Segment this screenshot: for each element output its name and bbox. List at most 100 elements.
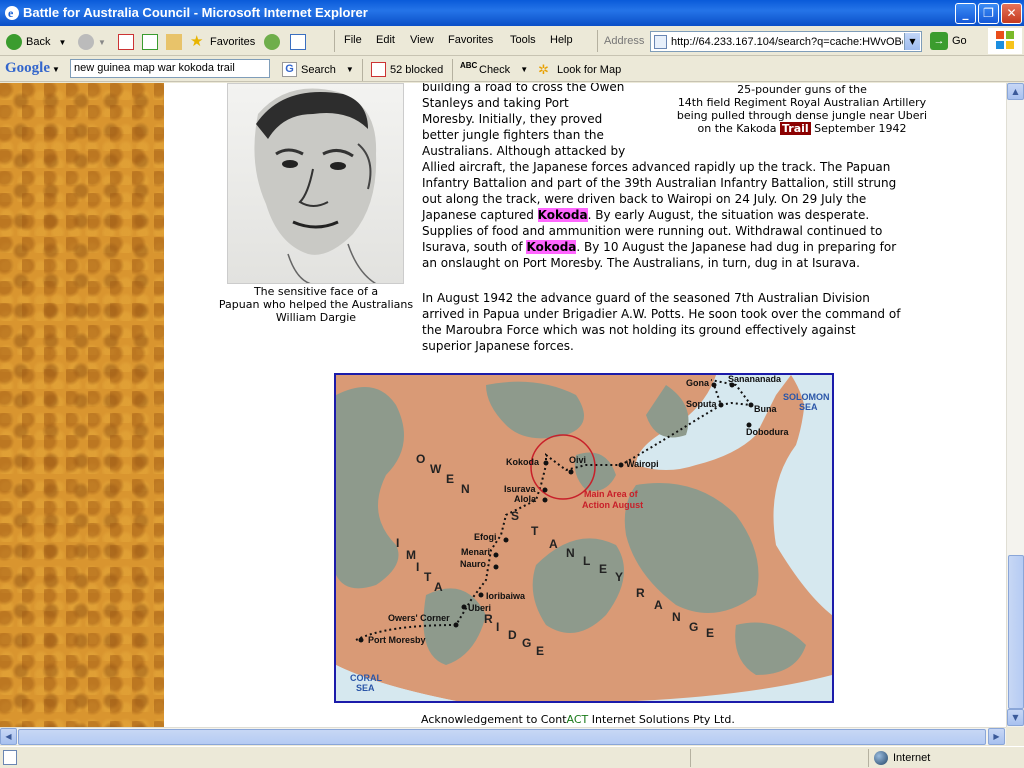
address-dropdown-icon[interactable]: ▼ xyxy=(904,33,920,50)
range-letter: G xyxy=(522,636,531,650)
check-dropdown-icon[interactable]: ▼ xyxy=(520,65,528,74)
scroll-left-button[interactable]: ◀ xyxy=(0,728,17,745)
spellcheck-button[interactable]: ABC Check ▼ xyxy=(460,62,528,77)
status-bar: Internet xyxy=(0,746,1024,768)
restore-button[interactable]: ❐ xyxy=(978,3,999,24)
range-letter: A xyxy=(654,598,663,612)
place-label: Buna xyxy=(754,404,777,414)
ack-text: Acknowledgement to Cont xyxy=(421,713,567,726)
range-letter: N xyxy=(672,610,681,624)
close-button[interactable]: ✕ xyxy=(1001,3,1022,24)
svg-text:e: e xyxy=(8,6,14,20)
horizontal-scroll-thumb[interactable] xyxy=(18,729,986,745)
range-letter: E xyxy=(446,472,454,486)
range-letter: N xyxy=(461,482,470,496)
place-label: Gona xyxy=(686,378,710,388)
stop-icon xyxy=(118,34,134,50)
google-toolbar: Google ▼ new guinea map war kokoda trail … xyxy=(0,57,1024,82)
range-letter: D xyxy=(508,628,517,642)
range-letter: W xyxy=(430,462,442,476)
text-line: Japanese captured Kokoda. By early Augus… xyxy=(422,207,896,223)
forward-button[interactable]: ▼ xyxy=(78,31,106,53)
vertical-scroll-thumb[interactable] xyxy=(1008,555,1024,709)
history-button[interactable] xyxy=(264,31,284,53)
stop-button[interactable] xyxy=(118,31,138,53)
back-dropdown-icon[interactable]: ▼ xyxy=(58,38,66,47)
favorites-button[interactable]: ★ Favorites xyxy=(190,31,255,53)
go-arrow-icon: → xyxy=(930,32,948,50)
search-highlight-kokoda: Kokoda xyxy=(526,240,577,254)
ack-act: ACT xyxy=(566,713,589,726)
google-search-input[interactable]: new guinea map war kokoda trail xyxy=(70,59,270,78)
sea-label: CORAL xyxy=(350,673,382,683)
look-for-map-button[interactable]: ✲ Look for Map xyxy=(538,62,621,77)
back-button[interactable]: Back ▼ xyxy=(6,31,66,53)
menu-help[interactable]: Help xyxy=(550,34,573,46)
place-label: Dobodura xyxy=(746,427,789,437)
text-segment: Japanese captured xyxy=(422,208,538,222)
horizontal-scrollbar[interactable]: ◀ ▶ xyxy=(0,727,1006,745)
range-letter: G xyxy=(689,620,698,634)
place-label: Nauro xyxy=(460,559,487,569)
home-button[interactable] xyxy=(166,31,186,53)
google-logo[interactable]: Google ▼ xyxy=(5,60,60,77)
media-button[interactable] xyxy=(290,31,310,53)
range-letter: A xyxy=(434,580,443,594)
vertical-scrollbar[interactable]: ▲ ▼ xyxy=(1006,83,1024,727)
portrait-caption: The sensitive face of a Papuan who helpe… xyxy=(212,285,420,324)
page-content: The sensitive face of a Papuan who helpe… xyxy=(0,83,1006,727)
text-segment: . By early August, the situation was des… xyxy=(587,208,870,222)
menu-favorites[interactable]: Favorites xyxy=(448,34,493,46)
toolbar-separator xyxy=(334,30,335,52)
portrait-image xyxy=(227,83,404,284)
blocked-label: 52 blocked xyxy=(390,63,444,76)
globe-icon xyxy=(874,751,888,765)
google-search-button[interactable]: G Search ▼ xyxy=(282,62,354,77)
sea-label: SOLOMON xyxy=(783,392,830,402)
range-letter: O xyxy=(416,452,425,466)
google-search-label: Search xyxy=(301,63,336,76)
range-letter: A xyxy=(549,537,558,551)
kokoda-trail-map: Gona Sanananada Soputa Buna Dobodura Kok… xyxy=(334,373,834,703)
sea-label: SEA xyxy=(799,402,818,412)
text-line: Moresby. Initially, they proved xyxy=(422,112,603,126)
minimize-button[interactable]: _ xyxy=(955,3,976,24)
map-graphic: Gona Sanananada Soputa Buna Dobodura Kok… xyxy=(336,375,832,701)
refresh-button[interactable] xyxy=(142,31,162,53)
address-bar[interactable]: http://64.233.167.104/search?q=cache:HWv… xyxy=(650,31,922,52)
search-highlight-kokoda: Kokoda xyxy=(537,208,588,222)
place-label: Soputa xyxy=(686,399,717,409)
text-line: an onslaught on Port Moresby. The Austra… xyxy=(422,256,860,270)
scroll-down-button[interactable]: ▼ xyxy=(1007,709,1024,726)
text-line: arrived in Papua under Brigadier A.W. Po… xyxy=(422,307,901,321)
home-icon xyxy=(166,34,182,50)
refresh-icon xyxy=(142,34,158,50)
toolbar-separator xyxy=(597,30,598,52)
popup-blocker-button[interactable]: 52 blocked xyxy=(371,62,443,77)
address-url[interactable]: http://64.233.167.104/search?q=cache:HWv… xyxy=(671,36,903,48)
range-letter: E xyxy=(706,626,714,640)
text-segment: Isurava, south of xyxy=(422,240,527,254)
place-label: Sanananada xyxy=(728,375,782,384)
abc-check-icon: ABC xyxy=(460,61,478,70)
menu-file[interactable]: File xyxy=(344,34,362,46)
search-dropdown-icon[interactable]: ▼ xyxy=(346,65,354,74)
toolbar: Back ▼ ▼ ★ Favorites File Edit View Favo… xyxy=(0,26,1024,56)
place-label: Isurava xyxy=(504,484,537,494)
action-label: Action August xyxy=(582,500,643,510)
check-label: Check xyxy=(479,63,511,76)
menu-edit[interactable]: Edit xyxy=(376,34,395,46)
go-button[interactable]: → Go xyxy=(930,32,967,50)
address-label: Address xyxy=(604,35,645,47)
menu-tools[interactable]: Tools xyxy=(510,34,536,46)
forward-dropdown-icon[interactable]: ▼ xyxy=(98,38,106,47)
text-line: Infantry Battalion and part of the 39th … xyxy=(422,176,897,190)
menu-view[interactable]: View xyxy=(410,34,434,46)
google-dropdown-icon[interactable]: ▼ xyxy=(52,65,60,74)
range-letter: T xyxy=(424,570,432,584)
range-letter: Y xyxy=(615,570,623,584)
scroll-up-button[interactable]: ▲ xyxy=(1007,83,1024,100)
look-for-map-label: Look for Map xyxy=(557,63,622,76)
go-label: Go xyxy=(952,35,967,47)
scroll-right-button[interactable]: ▶ xyxy=(988,728,1005,745)
